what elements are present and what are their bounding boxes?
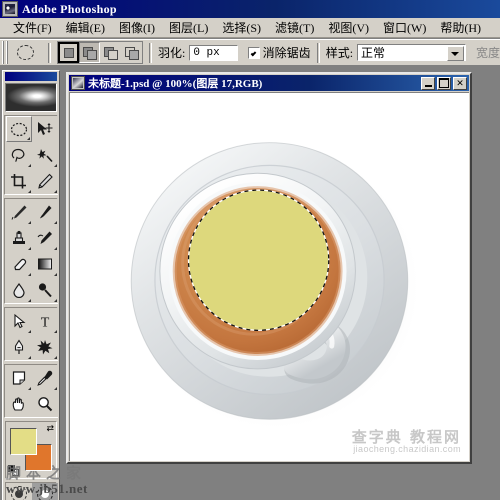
history-brush-tool[interactable]	[32, 225, 58, 251]
feather-label: 羽化:	[158, 46, 186, 60]
options-bar: 羽化: 0 px 消除锯齿 样式: 正常 宽度	[0, 39, 500, 66]
dodge-tool[interactable]	[32, 277, 58, 303]
menu-bar: 文件(F) 编辑(E) 图像(I) 图层(L) 选择(S) 滤镜(T) 视图(V…	[0, 18, 500, 38]
tool-group-vector: T	[4, 307, 58, 361]
close-button[interactable]: ✕	[453, 76, 467, 90]
new-selection-button[interactable]	[58, 42, 79, 63]
window-controls: ✕	[421, 76, 467, 90]
minimize-button[interactable]	[421, 76, 435, 90]
default-colors-icon[interactable]	[8, 465, 19, 476]
clone-stamp-tool[interactable]	[6, 225, 32, 251]
quick-mask-mode-button[interactable]	[32, 483, 58, 500]
menu-filter[interactable]: 滤镜(T)	[268, 17, 321, 38]
app-title-bar: Adobe Photoshop	[0, 0, 500, 18]
antialias-checkbox[interactable]	[247, 46, 260, 59]
style-dropdown[interactable]: 正常	[357, 44, 466, 61]
image-canvas[interactable]: 查字典 教程网 jiaocheng.chazidian.com	[69, 92, 469, 461]
divider	[149, 42, 152, 63]
menu-view[interactable]: 视图(V)	[321, 17, 376, 38]
move-tool[interactable]	[32, 116, 58, 142]
pen-tool[interactable]	[6, 334, 32, 360]
slice-tool[interactable]	[32, 168, 58, 194]
custom-shape-tool[interactable]	[32, 334, 58, 360]
swap-colors-icon[interactable]: ⇄	[46, 424, 54, 433]
svg-text:T: T	[41, 316, 50, 330]
toolbox-title-bar[interactable]	[5, 72, 57, 81]
antialias-label: 消除锯齿	[262, 46, 311, 60]
eraser-tool[interactable]	[6, 251, 32, 277]
subtract-from-selection-button[interactable]	[100, 42, 121, 63]
document-window: 未标题-1.psd @ 100%(图层 17,RGB) ✕ 查字典 教程网 ji…	[66, 72, 472, 464]
divider	[48, 42, 51, 63]
zoom-tool[interactable]	[32, 391, 58, 417]
crop-tool[interactable]	[6, 168, 32, 194]
menu-image[interactable]: 图像(I)	[112, 17, 162, 38]
menu-edit[interactable]: 编辑(E)	[59, 17, 112, 38]
menu-window[interactable]: 窗口(W)	[376, 17, 433, 38]
tool-group-retouch	[4, 198, 58, 304]
elliptical-marquee-icon[interactable]	[12, 42, 38, 64]
toolbox-palette: T ⇄	[2, 70, 60, 500]
maximize-button[interactable]	[437, 76, 451, 90]
type-tool[interactable]: T	[32, 308, 58, 334]
width-label: 宽度	[475, 46, 500, 60]
path-selection-tool[interactable]	[6, 308, 32, 334]
menu-select[interactable]: 选择(S)	[215, 17, 268, 38]
gradient-tool[interactable]	[32, 251, 58, 277]
intersect-with-selection-button[interactable]	[121, 42, 142, 63]
feather-input[interactable]: 0 px	[189, 44, 238, 61]
notes-tool[interactable]	[6, 365, 32, 391]
foreground-color-swatch[interactable]	[10, 428, 37, 455]
photoshop-window: Adobe Photoshop 文件(F) 编辑(E) 图像(I) 图层(L) …	[0, 0, 500, 500]
color-swatches: ⇄	[5, 421, 57, 479]
document-icon[interactable]	[71, 76, 85, 90]
add-to-selection-button[interactable]	[79, 42, 100, 63]
divider	[316, 42, 320, 63]
tool-group-selection	[4, 115, 58, 195]
hand-tool[interactable]	[6, 391, 32, 417]
document-title-bar[interactable]: 未标题-1.psd @ 100%(图层 17,RGB) ✕	[69, 75, 469, 91]
eyedropper-tool[interactable]	[32, 365, 58, 391]
elliptical-marquee-tool[interactable]	[6, 116, 32, 142]
menu-help[interactable]: 帮助(H)	[433, 17, 488, 38]
quick-mask-group	[5, 482, 58, 500]
chevron-down-icon[interactable]	[446, 46, 464, 61]
selection-mode-group	[57, 41, 143, 64]
blur-tool[interactable]	[6, 277, 32, 303]
teacup-artwork	[129, 142, 422, 432]
photoshop-app-icon	[2, 1, 18, 17]
standard-mode-button[interactable]	[6, 483, 32, 500]
menu-file[interactable]: 文件(F)	[6, 17, 59, 38]
magic-wand-tool[interactable]	[32, 142, 58, 168]
photoshop-eye-logo	[5, 83, 57, 112]
style-value: 正常	[361, 46, 386, 60]
selection-fill	[188, 190, 329, 331]
lasso-tool[interactable]	[6, 142, 32, 168]
app-title: Adobe Photoshop	[22, 1, 117, 16]
tool-group-navigation	[4, 364, 58, 418]
options-bar-grip[interactable]	[2, 41, 9, 64]
brush-tool[interactable]	[32, 199, 58, 225]
document-title: 未标题-1.psd @ 100%(图层 17,RGB)	[88, 78, 263, 90]
menu-layer[interactable]: 图层(L)	[162, 17, 215, 38]
style-label: 样式:	[325, 46, 354, 60]
healing-brush-tool[interactable]	[6, 199, 32, 225]
